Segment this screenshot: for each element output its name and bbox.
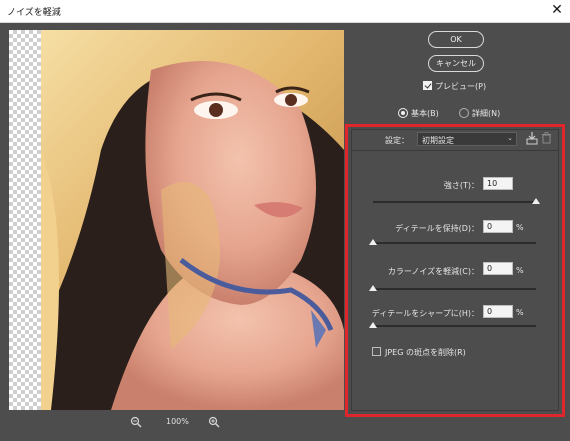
sharpen-details-label: ディテールをシャープに(H)： — [371, 309, 479, 318]
settings-label: 設定： — [385, 136, 409, 145]
reduce-color-noise-slider-track[interactable] — [373, 288, 536, 290]
preserve-details-slider-thumb[interactable] — [369, 239, 377, 245]
mode-advanced-label: 詳細(N) — [472, 109, 501, 118]
delete-preset-icon[interactable] — [541, 132, 552, 144]
reduce-color-noise-input[interactable]: 0 — [483, 262, 513, 275]
sharpen-details-unit: % — [516, 308, 524, 317]
cancel-button[interactable]: キャンセル — [428, 55, 484, 72]
reduce-color-noise-label: カラーノイズを軽減(C)： — [387, 267, 479, 276]
chevron-down-icon: ⌄ — [507, 134, 513, 142]
preview-image — [41, 30, 344, 410]
mode-basic-radio[interactable] — [398, 108, 408, 118]
strength-input[interactable]: 10 — [483, 177, 513, 190]
strength-slider-thumb[interactable] — [532, 198, 540, 204]
ok-button[interactable]: OK — [428, 31, 484, 48]
jpeg-artifact-label: JPEG の斑点を削除(R) — [385, 348, 466, 357]
jpeg-artifact-checkbox[interactable] — [372, 347, 381, 356]
preserve-details-unit: % — [516, 223, 524, 232]
sharpen-details-slider-track[interactable] — [373, 325, 536, 327]
preview-label: プレビュー(P) — [435, 82, 487, 91]
zoom-out-icon[interactable] — [130, 416, 142, 428]
strength-slider-track[interactable] — [373, 201, 536, 203]
preserve-details-slider-track[interactable] — [373, 242, 536, 244]
transparency-checkerboard — [9, 30, 41, 410]
mode-advanced-radio[interactable] — [459, 108, 469, 118]
close-icon[interactable]: ✕ — [550, 2, 564, 18]
sharpen-details-input[interactable]: 0 — [483, 305, 513, 318]
reduce-color-noise-unit: % — [516, 266, 524, 275]
preview-checkbox[interactable] — [423, 81, 432, 90]
preset-dropdown[interactable]: 初期設定 ⌄ — [417, 132, 517, 146]
preserve-details-label: ディテールを保持(D)： — [395, 224, 479, 233]
save-preset-icon[interactable] — [525, 131, 539, 145]
sharpen-details-slider-thumb[interactable] — [369, 322, 377, 328]
preset-value: 初期設定 — [422, 136, 454, 145]
zoom-level: 100% — [166, 417, 189, 426]
settings-divider — [351, 150, 559, 151]
mode-basic-label: 基本(B) — [411, 109, 439, 118]
zoom-in-icon[interactable] — [208, 416, 220, 428]
strength-label: 強さ(T)： — [443, 181, 479, 190]
preserve-details-input[interactable]: 0 — [483, 220, 513, 233]
preview-pane[interactable] — [9, 30, 344, 410]
title-bar: ノイズを軽減 ✕ — [0, 0, 570, 23]
reduce-color-noise-slider-thumb[interactable] — [369, 285, 377, 291]
window-title: ノイズを軽減 — [7, 8, 61, 18]
